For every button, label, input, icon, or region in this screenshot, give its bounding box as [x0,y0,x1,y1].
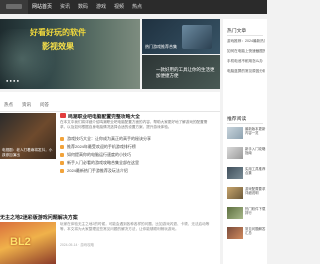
main-content: 热点 资讯 问答 电视剧：老人打着麻将发抖，小孩参加演出 鸣潮职业吧电脑配置完整… [0,92,220,264]
banner-title-2: 影视效果 [42,42,74,51]
nav-item-home[interactable]: 网站首页 [32,3,52,10]
bullet-icon [60,145,64,149]
list-item[interactable]: 推荐2024年最受欢迎的手机游戏排行榜 [60,144,215,152]
tab-hot[interactable]: 热点 [4,102,13,108]
sidebar-hot-item[interactable]: 如何在电脑上快速截图的方法 [227,49,265,54]
banner-side-top[interactable]: 热门游戏推荐合集 [142,19,220,54]
nav-item-digital[interactable]: 数码 [78,3,88,10]
banner-side-bottom[interactable]: 一款好用的工具让你的生活更加便捷方便 [142,55,220,89]
list-item[interactable]: 游戏技巧大全：让你成为真正的高手的秘诀分享 [60,136,215,144]
article-list: 游戏技巧大全：让你成为真正的高手的秘诀分享 推荐2024年最受欢迎的手机游戏排行… [60,136,215,176]
sidebar-rec-caption: 实用工具推荐合集 [245,167,266,176]
featured-article-excerpt: 在本文中我们将详细介绍鸣潮职业吧电脑配置方面的内容，帮助大家更好地了解游戏的配置… [60,120,208,129]
sidebar-rec-item[interactable]: 热门软件下载排行 [227,207,267,221]
top-nav: 网站首页 资讯 数码 游戏 视频 热点 [0,0,267,14]
sidebar-hot-item[interactable]: 手机电池不耐用怎么办 [227,59,265,64]
sidebar-rec-item[interactable]: 新手入门攻略指南 [227,147,267,161]
banner-side-bottom-label: 一款好用的工具让你的生活更加便捷方便 [156,67,215,78]
sidebar-divider [227,35,263,36]
sidebar-rec-item[interactable]: 实用工具推荐合集 [227,167,267,181]
sidebar-rec-thumb [227,187,243,199]
list-item-title: 2024最新热门手游推荐及玩法介绍 [67,168,128,173]
hot-badge [60,113,66,118]
bullet-icon [60,169,64,173]
banner-side-image [182,25,212,49]
section-excerpt: 玩家在体验无主之地2的时候，可能会遇到各种各样的问题，比如游戏闪退、卡顿、无法启… [60,222,210,231]
list-item[interactable]: 如何提高你的电脑运行速度的小技巧 [60,152,215,160]
content-tabs: 热点 资讯 问答 [0,102,220,112]
sidebar-rec-thumb [227,147,243,159]
game-thumbnail-text: BL2 [10,236,31,248]
section-title[interactable]: 无主之地2迷彩版游戏问题解决方案 [0,214,78,221]
carousel-dots[interactable]: ● ● ● ● [6,78,19,83]
section-meta: 2024-05-14 · 游戏攻略 [60,243,94,247]
sidebar-rec-caption: 常见问题解答汇总 [245,227,266,236]
list-item-title: 如何提高你的电脑运行速度的小技巧 [67,152,131,157]
sidebar-hot-item[interactable]: 电脑蓝屏的常见原因分析 [227,69,265,74]
banner-side-top-label: 热门游戏推荐合集 [145,44,177,49]
list-item[interactable]: 2024最新热门手游推荐及玩法介绍 [60,168,215,176]
sidebar-rec-item[interactable]: 游戏配置要求详细说明 [227,187,267,201]
sidebar-rec-caption: 最新版本更新内容一览 [245,127,266,136]
sidebar-rec-thumb [227,127,243,139]
game-thumbnail[interactable]: BL2 [0,222,56,264]
banner-title-1: 好看好玩的软件 [30,28,86,37]
tabs-divider [0,111,220,112]
bullet-icon [60,137,64,141]
bullet-icon [60,153,64,157]
sidebar-hot-item[interactable]: 游戏推荐：2024最新热门游戏 [227,39,265,44]
sidebar-rec-caption: 新手入门攻略指南 [245,147,266,156]
banner-carousel[interactable]: 好看好玩的软件 影视效果 ● ● ● ● [0,19,140,89]
list-item-title: 新手入门必看的游戏攻略合集全部在这里 [67,160,139,165]
nav-item-video[interactable]: 视频 [114,3,124,10]
sidebar-rec-thumb [227,167,243,179]
featured-video-thumb[interactable]: 电视剧：老人打着麻将发抖，小孩参加演出 [0,113,56,159]
nav-item-hot[interactable]: 热点 [132,3,142,10]
list-item[interactable]: 新手入门必看的游戏攻略合集全部在这里 [60,160,215,168]
sidebar-divider [227,123,263,124]
tab-qa[interactable]: 问答 [40,102,49,108]
sidebar-rec-thumb [227,207,243,219]
logo-mark [6,4,22,9]
list-item-title: 游戏技巧大全：让你成为真正的高手的秘诀分享 [67,136,151,141]
sidebar-rec-item[interactable]: 最新版本更新内容一览 [227,127,267,141]
site-logo[interactable] [0,0,28,14]
featured-article-title[interactable]: 鸣潮职业吧电脑配置完整攻略大全 [68,113,140,120]
sidebar-rec-caption: 热门软件下载排行 [245,207,266,216]
sidebar-rec-title: 推荐阅读 [227,117,247,122]
tab-news[interactable]: 资讯 [22,102,31,108]
bullet-icon [60,161,64,165]
nav-item-news[interactable]: 资讯 [60,3,70,10]
sidebar-rec-item[interactable]: 常见问题解答汇总 [227,227,267,241]
list-item-title: 推荐2024年最受欢迎的手机游戏排行榜 [67,144,136,149]
sidebar-rec-thumb [227,227,243,239]
right-sidebar: 热门文章 游戏推荐：2024最新热门游戏 如何在电脑上快速截图的方法 手机电池不… [223,19,267,264]
sidebar-rec-caption: 游戏配置要求详细说明 [245,187,266,196]
video-caption: 电视剧：老人打着麻将发抖，小孩参加演出 [2,148,53,157]
sidebar-hot-title: 热门文章 [227,29,247,34]
nav-item-games[interactable]: 游戏 [96,3,106,10]
